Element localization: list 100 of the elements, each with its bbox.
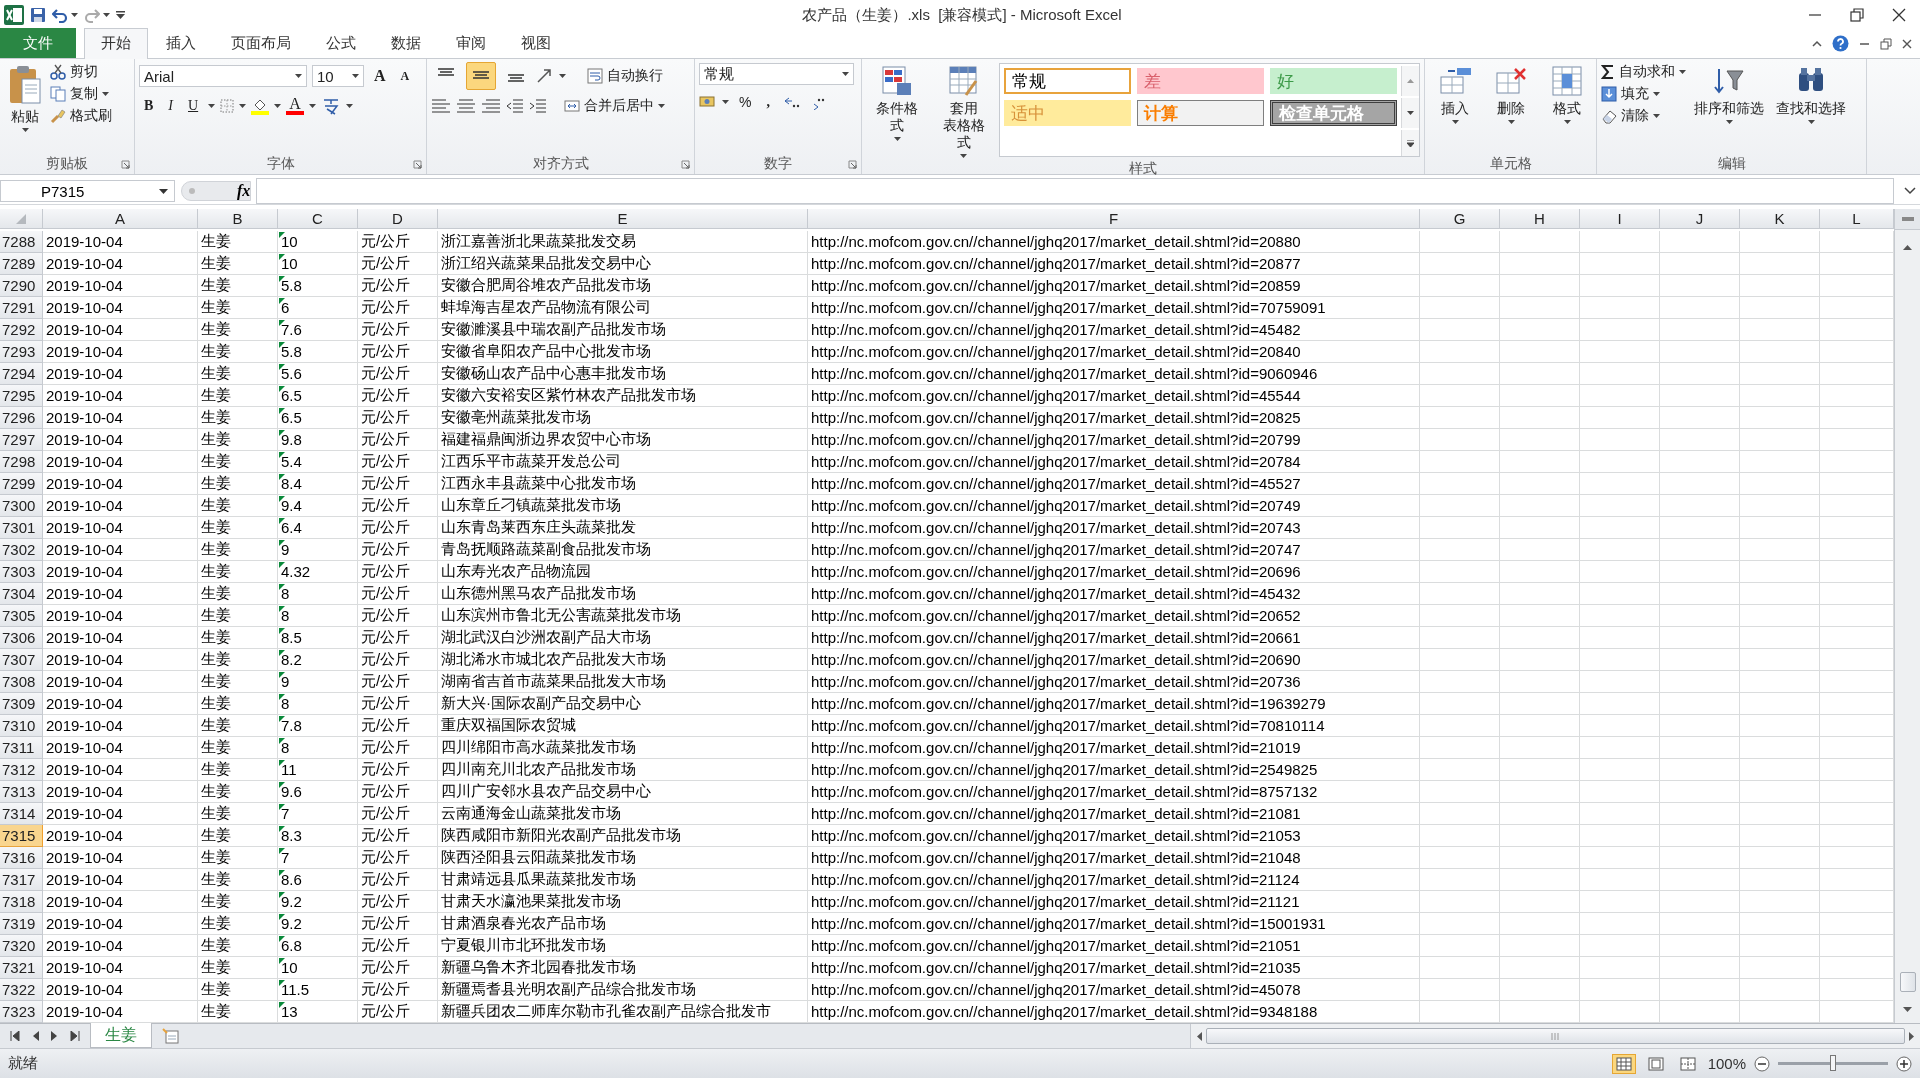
cut-button[interactable]: 剪切 — [50, 63, 112, 81]
font-color-button[interactable]: A — [286, 97, 305, 115]
row-header[interactable]: 7304 — [0, 583, 43, 605]
caret-icon[interactable] — [352, 74, 359, 78]
row-header[interactable]: 7322 — [0, 979, 43, 1001]
dialog-launcher-icon[interactable] — [413, 160, 422, 169]
grow-font-button[interactable]: A — [369, 66, 391, 86]
number-format-dropdown[interactable]: 常规 — [699, 63, 854, 85]
caret-icon[interactable] — [1653, 92, 1660, 96]
fill-color-icon[interactable] — [251, 97, 270, 115]
dialog-launcher-icon[interactable] — [681, 160, 690, 169]
row-header[interactable]: 7310 — [0, 715, 43, 737]
sheet-tab[interactable]: 生姜 — [90, 1023, 152, 1048]
scroll-thumb[interactable] — [1206, 1028, 1905, 1044]
menu-tab[interactable]: 文件 — [0, 28, 76, 58]
align-center-icon[interactable] — [456, 98, 476, 114]
row-header[interactable]: 7297 — [0, 429, 43, 451]
row-header[interactable]: 7293 — [0, 341, 43, 363]
scroll-down-icon[interactable] — [1903, 1007, 1912, 1012]
caret-icon[interactable] — [722, 100, 729, 104]
zoom-level[interactable]: 100% — [1707, 1055, 1746, 1072]
row-header[interactable]: 7305 — [0, 605, 43, 627]
find-select-button[interactable]: 查找和选择 — [1772, 63, 1850, 126]
caret-icon[interactable] — [21, 128, 29, 132]
scroll-thumb[interactable] — [1899, 972, 1916, 992]
font-size-dropdown[interactable]: 10 — [312, 65, 364, 87]
column-header[interactable]: F — [808, 209, 1420, 229]
shrink-font-button[interactable]: A — [395, 67, 415, 85]
scroll-down-icon[interactable] — [1407, 111, 1414, 115]
help-icon[interactable] — [1832, 35, 1849, 52]
row-header[interactable]: 7320 — [0, 935, 43, 957]
column-header[interactable]: A — [43, 209, 198, 229]
menu-tab[interactable]: 视图 — [504, 28, 568, 58]
comma-style-button[interactable]: , — [761, 93, 775, 111]
horizontal-scrollbar[interactable] — [1190, 1024, 1920, 1048]
caret-icon[interactable] — [1507, 120, 1515, 124]
column-header[interactable]: C — [278, 209, 358, 229]
menu-tab[interactable]: 开始 — [84, 28, 148, 59]
row-header[interactable]: 7303 — [0, 561, 43, 583]
wrap-text-button[interactable]: 自动换行 — [587, 67, 663, 85]
caret-icon[interactable] — [71, 13, 78, 17]
row-header[interactable]: 7298 — [0, 451, 43, 473]
caret-icon[interactable] — [103, 13, 110, 17]
row-header[interactable]: 7318 — [0, 891, 43, 913]
row-header[interactable]: 7301 — [0, 517, 43, 539]
previous-sheet-icon[interactable] — [32, 1031, 39, 1041]
last-sheet-icon[interactable] — [70, 1031, 80, 1041]
row-header[interactable]: 7290 — [0, 275, 43, 297]
restore-icon[interactable] — [1880, 37, 1892, 50]
caret-icon[interactable] — [274, 104, 282, 108]
vertical-scrollbar[interactable] — [1894, 209, 1920, 1023]
formula-input[interactable] — [256, 178, 1894, 204]
caret-icon[interactable] — [1653, 114, 1660, 118]
align-right-icon[interactable] — [481, 98, 501, 114]
merge-center-button[interactable]: 合并后居中 — [564, 97, 665, 115]
menu-tab[interactable]: 审阅 — [439, 28, 503, 58]
clear-button[interactable]: 清除 — [1601, 107, 1686, 125]
conditional-formatting-button[interactable]: 条件格式 — [866, 63, 929, 143]
next-sheet-icon[interactable] — [51, 1031, 58, 1041]
caret-icon[interactable] — [658, 104, 665, 108]
text-orientation-icon[interactable] — [536, 68, 554, 84]
undo-icon[interactable] — [52, 7, 68, 23]
menu-tab[interactable]: 公式 — [309, 28, 373, 58]
caret-icon[interactable] — [893, 137, 901, 141]
row-header[interactable]: 7317 — [0, 869, 43, 891]
row-header[interactable]: 7291 — [0, 297, 43, 319]
caret-icon[interactable] — [559, 74, 566, 78]
cells-button[interactable]: 删除 — [1485, 63, 1537, 126]
column-header[interactable]: J — [1660, 209, 1740, 229]
caret-icon[interactable] — [239, 104, 247, 108]
gallery-more-icon[interactable] — [1407, 139, 1414, 147]
row-header[interactable]: 7307 — [0, 649, 43, 671]
column-header[interactable]: K — [1740, 209, 1820, 229]
caret-icon[interactable] — [1725, 120, 1733, 124]
scroll-right-icon[interactable] — [1909, 1031, 1914, 1041]
copy-button[interactable]: 复制 — [50, 85, 112, 103]
dialog-launcher-icon[interactable] — [848, 160, 857, 169]
sort-filter-button[interactable]: 排序和筛选 — [1690, 63, 1768, 126]
row-header[interactable]: 7313 — [0, 781, 43, 803]
splitter-handle-icon[interactable] — [188, 187, 196, 195]
first-sheet-icon[interactable] — [10, 1031, 20, 1041]
caret-icon[interactable] — [309, 104, 317, 108]
zoom-out-icon[interactable] — [1754, 1055, 1770, 1072]
row-header[interactable]: 7288 — [0, 231, 43, 253]
row-header[interactable]: 7296 — [0, 407, 43, 429]
cell-style-swatch[interactable]: 常规 — [1004, 68, 1131, 94]
normal-view-icon[interactable] — [1611, 1053, 1636, 1074]
caret-icon[interactable] — [295, 74, 302, 78]
caret-icon[interactable] — [960, 154, 968, 158]
menu-tab[interactable]: 页面布局 — [214, 28, 308, 58]
caret-icon[interactable] — [102, 92, 109, 96]
row-header[interactable]: 7294 — [0, 363, 43, 385]
row-header[interactable]: 7312 — [0, 759, 43, 781]
column-header[interactable]: E — [438, 209, 808, 229]
cells-button[interactable]: 格式 — [1541, 63, 1593, 126]
row-header[interactable]: 7314 — [0, 803, 43, 825]
caret-icon[interactable] — [1679, 70, 1686, 74]
row-header[interactable]: 7319 — [0, 913, 43, 935]
row-header[interactable]: 7321 — [0, 957, 43, 979]
currency-format-icon[interactable] — [699, 94, 717, 110]
